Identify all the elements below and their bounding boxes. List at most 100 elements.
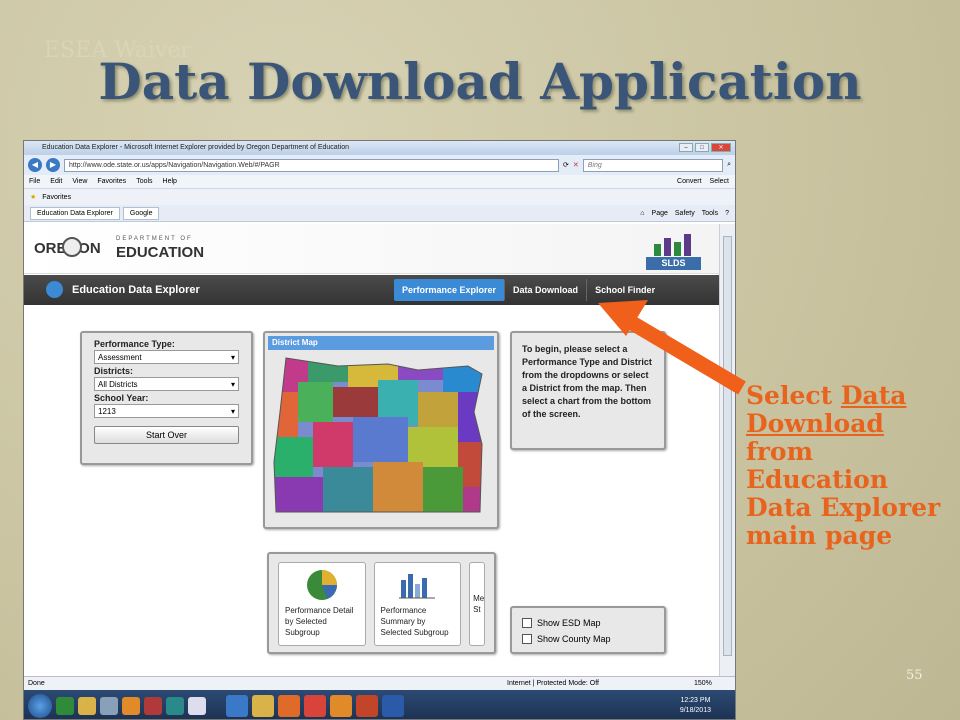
window-title: Education Data Explorer - Microsoft Inte… [42,144,349,151]
tools-menu[interactable]: Tools [702,210,718,217]
close-icon[interactable]: ✕ [711,143,731,152]
search-input[interactable]: Bing [582,158,724,172]
slds-logo: SLDS [646,232,701,270]
start-over-button[interactable]: Start Over [94,426,239,444]
show-esd-map-option[interactable]: Show ESD Map [522,615,654,631]
menu-tools[interactable]: Tools [136,178,152,185]
zoom-level[interactable]: 150% [694,677,712,690]
instructions-text: To begin, please select a Performance Ty… [522,344,652,419]
callout-text: Select Data Download from Education Data… [746,382,946,550]
performance-type-select[interactable]: Assessment [94,350,239,364]
clock-date: 9/18/2013 [679,706,711,714]
chart-selector-panel: Performance Detail by Selected Subgroup … [267,552,496,654]
page-number: 55 [906,668,923,683]
map-options-panel: Show ESD Map Show County Map [510,606,666,654]
outlook-task-icon[interactable] [330,694,352,717]
callout-prefix: Select [746,381,841,410]
nav-data-download[interactable]: Data Download [505,279,588,301]
callout-suffix: from Education Data Explorer main page [746,437,941,550]
address-bar: ◀ ▶ http://www.ode.state.or.us/apps/Navi… [24,155,735,175]
logo-dept-text: DEPARTMENT OF [116,236,193,242]
back-icon[interactable]: ◀ [28,158,42,172]
star-icon[interactable]: ★ [30,193,36,201]
home-icon[interactable]: ⌂ [640,210,644,217]
refresh-icon[interactable]: ⟳ [563,161,569,169]
favorites-button[interactable]: Favorites [42,194,71,201]
menu-view[interactable]: View [72,178,87,185]
search-icon[interactable]: ⌕ [727,161,731,169]
chart-truncated[interactable]: Me St [469,562,485,646]
powerpoint-icon[interactable] [356,694,378,717]
tab-education-data-explorer[interactable]: Education Data Explorer [30,206,120,220]
maximize-icon[interactable]: □ [695,143,709,152]
tab-bar: Education Data Explorer Google ⌂ Page Sa… [24,205,735,222]
vertical-scrollbar[interactable] [719,224,735,676]
window-icon[interactable] [188,696,206,715]
page-viewport: OREGON DEPARTMENT OF EDUCATION SLDS Educ… [24,224,721,676]
publisher-icon[interactable] [166,696,184,715]
browser-screenshot: Education Data Explorer - Microsoft Inte… [23,140,736,720]
app-nav-strip: Education Data Explorer Performance Expl… [24,275,721,305]
minimize-icon[interactable]: – [679,143,693,152]
status-bar: Done Internet | Protected Mode: Off 150% [24,676,735,690]
status-text: Done [28,680,45,687]
ode-header: OREGON DEPARTMENT OF EDUCATION SLDS [24,224,721,274]
windows-taskbar: 12:23 PM 9/18/2013 [24,690,735,719]
show-esd-map-label: Show ESD Map [537,618,601,628]
districts-select[interactable]: All Districts [94,377,239,391]
nav-performance-explorer[interactable]: Performance Explorer [394,279,506,301]
url-input[interactable]: http://www.ode.state.or.us/apps/Navigati… [64,158,559,172]
media-player-icon[interactable] [278,694,300,717]
chart-performance-summary[interactable]: Performance Summary by Selected Subgroup [373,562,462,646]
county-checkbox[interactable] [522,634,532,644]
chart-truncated-label: Me St [473,594,485,614]
excel-icon[interactable] [56,696,74,715]
outlook-icon[interactable] [122,696,140,715]
people-icon [654,232,697,256]
safety-menu[interactable]: Safety [675,210,695,217]
district-map-title: District Map [268,336,494,350]
chart-performance-detail-label: Performance Detail by Selected Subgroup [285,606,354,637]
district-map[interactable] [268,352,494,522]
show-county-map-option[interactable]: Show County Map [522,631,654,647]
explorer-folder-icon[interactable] [252,694,274,717]
folder-icon[interactable] [78,696,96,715]
window-titlebar: Education Data Explorer - Microsoft Inte… [24,141,735,155]
chrome-icon[interactable] [304,694,326,717]
page-menu[interactable]: Page [652,210,668,217]
scrollbar-thumb[interactable] [723,236,732,656]
menu-favorites[interactable]: Favorites [97,178,126,185]
calculator-icon[interactable] [100,696,118,715]
slide-title: Data Download Application [98,52,862,111]
convert-button[interactable]: Convert [677,178,702,185]
district-map-panel: District Map [263,331,499,529]
esd-checkbox[interactable] [522,618,532,628]
forward-icon[interactable]: ▶ [46,158,60,172]
chart-performance-summary-label: Performance Summary by Selected Subgroup [380,606,449,637]
security-zone: Internet | Protected Mode: Off [507,680,599,687]
school-year-select[interactable]: 1213 [94,404,239,418]
stop-icon[interactable]: ✕ [573,161,579,169]
logo-education-text: EDUCATION [116,244,205,261]
districts-label: Districts: [94,366,134,376]
nav-school-finder[interactable]: School Finder [587,279,663,301]
menu-edit[interactable]: Edit [50,178,62,185]
help-icon[interactable]: ? [725,210,729,217]
system-clock[interactable]: 12:23 PM 9/18/2013 [679,696,735,716]
access-icon[interactable] [144,696,162,715]
menu-help[interactable]: Help [163,178,177,185]
internet-explorer-icon[interactable] [226,694,248,717]
show-county-map-label: Show County Map [537,634,611,644]
instructions-panel: To begin, please select a Performance Ty… [510,331,666,450]
chart-performance-detail[interactable]: Performance Detail by Selected Subgroup [278,562,366,646]
clock-time: 12:23 PM [680,696,711,704]
select-button[interactable]: Select [710,178,729,185]
start-button-icon[interactable] [28,693,52,718]
performance-type-label: Performance Type: [94,339,175,349]
oregon-seal-icon [62,237,82,257]
slds-label: SLDS [646,257,701,270]
menu-file[interactable]: File [29,178,40,185]
app-logo-icon [46,281,63,298]
word-icon[interactable] [382,694,404,717]
tab-google[interactable]: Google [122,206,160,220]
